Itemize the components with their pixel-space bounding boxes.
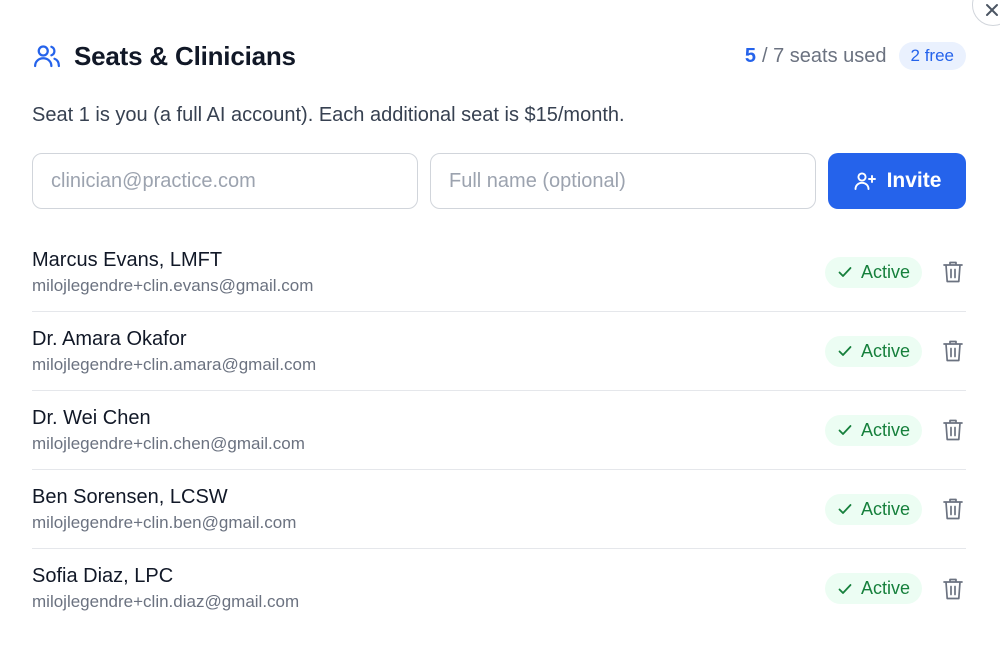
- status-label: Active: [860, 498, 910, 519]
- seat-description: Seat 1 is you (a full AI account). Each …: [32, 104, 625, 126]
- status-badge: Active: [824, 493, 922, 525]
- clinician-email: milojlegendre+clin.amara@gmail.com: [32, 354, 317, 374]
- clinician-name: Marcus Evans, LMFT: [32, 248, 223, 271]
- full-name-field[interactable]: [430, 153, 816, 209]
- trash-icon: [943, 578, 963, 599]
- delete-button[interactable]: [940, 496, 966, 522]
- trash-icon: [943, 261, 963, 283]
- check-icon: [838, 504, 852, 514]
- seats-used-count: 5: [744, 44, 756, 67]
- list-item: Ben Sorensen, LCSW milojlegendre+clin.be…: [32, 470, 966, 549]
- check-icon: [838, 583, 852, 594]
- check-icon: [838, 425, 852, 435]
- invite-button-label: Invite: [886, 169, 942, 192]
- clinician-info: Sofia Diaz, LPC milojlegendre+clin.diaz@…: [32, 565, 299, 612]
- clinician-name: Sofia Diaz, LPC: [32, 565, 174, 587]
- list-item: Sofia Diaz, LPC milojlegendre+clin.diaz@…: [32, 549, 966, 628]
- users-icon: [32, 41, 62, 71]
- close-icon: [986, 4, 998, 16]
- trash-icon: [943, 340, 963, 362]
- check-icon: [838, 267, 852, 277]
- clinician-info: Marcus Evans, LMFT milojlegendre+clin.ev…: [32, 249, 313, 296]
- page-title: Seats & Clinicians: [74, 40, 296, 71]
- status-badge: Active: [824, 256, 922, 288]
- trash-icon: [943, 419, 963, 441]
- clinician-info: Dr. Wei Chen milojlegendre+clin.chen@gma…: [32, 407, 305, 454]
- status-label: Active: [860, 261, 910, 282]
- status-badge: Active: [824, 573, 922, 604]
- status-badge: Active: [824, 335, 922, 367]
- clinician-info: Ben Sorensen, LCSW milojlegendre+clin.be…: [32, 486, 296, 533]
- invite-form: Invite: [32, 153, 966, 209]
- delete-button[interactable]: [940, 576, 966, 602]
- seats-total-label: / 7 seats used: [761, 44, 887, 67]
- status-label: Active: [860, 578, 910, 598]
- seats-modal: Seats & Clinicians 5 / 7 seats used 2 fr…: [0, 0, 1000, 663]
- clinician-name: Ben Sorensen, LCSW: [32, 485, 228, 508]
- clinician-name: Dr. Wei Chen: [32, 406, 151, 429]
- trash-icon: [943, 498, 963, 520]
- email-field[interactable]: [32, 153, 418, 209]
- list-item: Dr. Wei Chen milojlegendre+clin.chen@gma…: [32, 391, 966, 470]
- delete-button[interactable]: [940, 259, 966, 285]
- clinician-email: milojlegendre+clin.evans@gmail.com: [32, 275, 314, 295]
- status-label: Active: [860, 419, 910, 440]
- close-button[interactable]: [972, 0, 1000, 26]
- invite-button[interactable]: Invite: [828, 153, 966, 209]
- clinician-info: Dr. Amara Okafor milojlegendre+clin.amar…: [32, 328, 316, 375]
- clinician-email: milojlegendre+clin.ben@gmail.com: [32, 512, 297, 532]
- modal-header: Seats & Clinicians 5 / 7 seats used 2 fr…: [32, 36, 966, 76]
- delete-button[interactable]: [940, 417, 966, 443]
- delete-button[interactable]: [940, 338, 966, 364]
- list-item: Marcus Evans, LMFT milojlegendre+clin.ev…: [32, 233, 966, 312]
- user-plus-icon: [854, 172, 876, 190]
- free-seats-badge: 2 free: [898, 42, 966, 70]
- check-icon: [838, 346, 852, 356]
- clinician-email: milojlegendre+clin.chen@gmail.com: [32, 433, 305, 453]
- clinician-list: Marcus Evans, LMFT milojlegendre+clin.ev…: [32, 233, 966, 628]
- status-badge: Active: [824, 414, 922, 446]
- status-label: Active: [860, 340, 910, 361]
- list-item: Dr. Amara Okafor milojlegendre+clin.amar…: [32, 312, 966, 391]
- clinician-name: Dr. Amara Okafor: [32, 327, 187, 350]
- seat-usage: 5 / 7 seats used 2 free: [745, 42, 966, 70]
- clinician-email: milojlegendre+clin.diaz@gmail.com: [32, 592, 300, 611]
